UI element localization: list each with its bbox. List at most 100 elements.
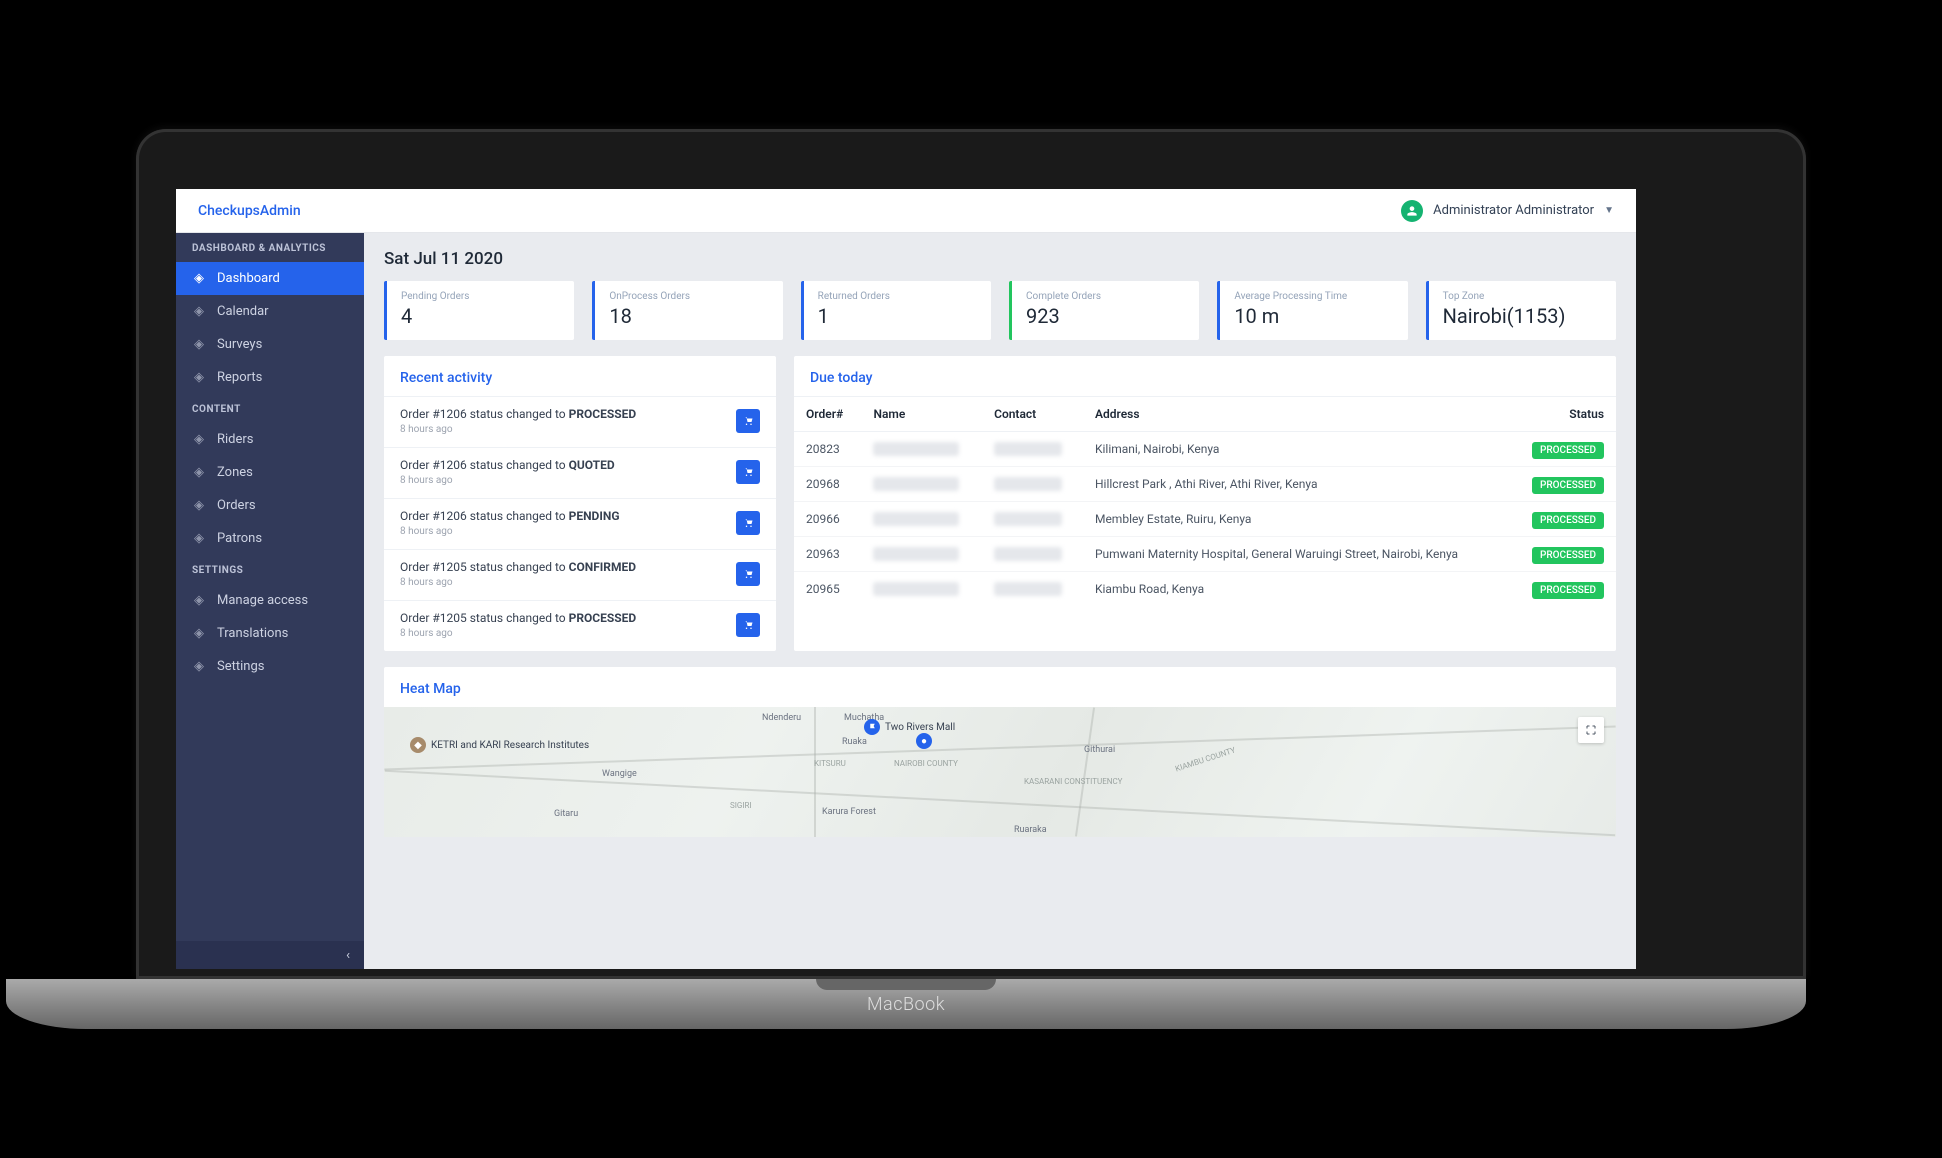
activity-text: Order #1206 status changed to QUOTED [400,458,615,472]
map-label: Ruaka [842,737,867,747]
sidebar-item-settings[interactable]: ◈Settings [176,650,364,683]
cell-address: Membley Estate, Ruiru, Kenya [1083,502,1510,537]
view-order-button[interactable] [736,460,760,484]
sidebar-item-label: Patrons [217,531,262,546]
user-menu[interactable]: Administrator Administrator ▼ [1401,200,1614,222]
stat-label: Pending Orders [401,291,560,302]
translate-icon: ◈ [192,627,206,641]
activity-item: Order #1205 status changed to CONFIRMED … [384,549,776,600]
fullscreen-button[interactable] [1578,717,1604,743]
map-pin-icon: ● [916,733,932,749]
status-badge: PROCESSED [1532,477,1604,494]
cell-contact: 0700000000 [982,467,1083,502]
stat-card: Complete Orders923 [1009,281,1199,340]
view-order-button[interactable] [736,613,760,637]
map-poi-label: KETRI and KARI Research Institutes [431,740,589,751]
stat-label: Average Processing Time [1234,291,1393,302]
caret-down-icon: ▼ [1604,205,1614,216]
sidebar: DASHBOARD & ANALYTICS ◈ Dashboard ◈Calendar… [176,233,364,969]
status-badge: PROCESSED [1532,547,1604,564]
stat-card: OnProcess Orders18 [592,281,782,340]
sidebar-item-label: Dashboard [217,271,280,286]
stat-card: Returned Orders1 [801,281,991,340]
sidebar-item-orders[interactable]: ◈ Orders [176,489,364,522]
sidebar-item-riders[interactable]: ◈Riders [176,423,364,456]
sidebar-item-dashboard[interactable]: ◈ Dashboard [176,262,364,295]
cell-order: 20965 [794,572,861,607]
table-row[interactable]: 20968 Redacted Name 0700000000 Hillcrest… [794,467,1616,502]
cell-contact: 0700000000 [982,502,1083,537]
sidebar-item-label: Manage access [217,593,308,608]
activity-timestamp: 8 hours ago [400,628,636,639]
cell-address: Kilimani, Nairobi, Kenya [1083,432,1510,467]
panels-row: Recent activity Order #1206 status chang… [384,356,1616,651]
cell-order: 20823 [794,432,861,467]
sidebar-item-manage-access[interactable]: ◈ Manage access [176,584,364,617]
sidebar-item-surveys[interactable]: ◈Surveys [176,328,364,361]
table-row[interactable]: 20823 Redacted Name 0700000000 Kilimani,… [794,432,1616,467]
map-label: Karura Forest [822,807,876,817]
sidebar-collapse-button[interactable]: ‹ [176,941,364,969]
table-row[interactable]: 20963 Redacted Name 0700000000 Pumwani M… [794,537,1616,572]
stat-value: 4 [401,304,560,328]
sidebar-item-zones[interactable]: ◈Zones [176,456,364,489]
map-label: NAIROBI COUNTY [894,759,958,768]
heatmap-panel: Heat Map Ndenderu Muchatha Ruaka Wangige… [384,667,1616,837]
map-pin-icon [864,719,880,735]
map-label: Githurai [1084,745,1115,755]
map-pin-icon: ◆ [410,737,426,753]
app-header: CheckupsAdmin Administrator Administrato… [176,189,1636,233]
diamond-icon: ◈ [192,272,206,286]
map-label: KIAMBU COUNTY [1174,746,1236,774]
stats-row: Pending Orders 4 OnProcess Orders18 Returne… [384,281,1616,340]
page-title: Sat Jul 11 2020 [384,249,1616,269]
survey-icon: ◈ [192,338,206,352]
sidebar-item-patrons[interactable]: ◈ Patrons [176,522,364,555]
status-badge: PROCESSED [1532,442,1604,459]
sidebar-item-label: Orders [217,498,256,513]
sidebar-item-reports[interactable]: ◈Reports [176,361,364,394]
activity-item: Order #1206 status changed to QUOTED 8 h… [384,447,776,498]
cell-name: Redacted Name [861,502,982,537]
cell-order: 20966 [794,502,861,537]
activity-timestamp: 8 hours ago [400,577,636,588]
cell-name: Redacted Name [861,432,982,467]
cell-status: PROCESSED [1510,537,1616,572]
sidebar-section-title: DASHBOARD & ANALYTICS [176,233,364,262]
view-order-button[interactable] [736,409,760,433]
cell-name: Redacted Name [861,467,982,502]
settings-icon: ◈ [192,660,206,674]
stat-card: Pending Orders 4 [384,281,574,340]
map-poi[interactable]: ◆ KETRI and KARI Research Institutes [410,737,589,753]
activity-timestamp: 8 hours ago [400,475,615,486]
stat-value: 923 [1026,304,1185,328]
cell-status: PROCESSED [1510,467,1616,502]
map-poi[interactable]: ● [916,733,932,749]
sidebar-item-translations[interactable]: ◈Translations [176,617,364,650]
report-icon: ◈ [192,371,206,385]
access-icon: ◈ [192,594,206,608]
activity-text: Order #1205 status changed to PROCESSED [400,611,636,625]
order-icon: ◈ [192,499,206,513]
table-row[interactable]: 20966 Redacted Name 0700000000 Membley E… [794,502,1616,537]
sidebar-item-calendar[interactable]: ◈Calendar [176,295,364,328]
view-order-button[interactable] [736,562,760,586]
sidebar-section-title: SETTINGS [176,555,364,584]
view-order-button[interactable] [736,511,760,535]
laptop-base: MacBook [6,979,1806,1029]
stat-value: 10 m [1234,304,1393,328]
map-label: Wangige [602,769,637,779]
map-poi[interactable]: Two Rivers Mall [864,719,955,735]
table-row[interactable]: 20965 Redacted Name 0700000000 Kiambu Ro… [794,572,1616,607]
patron-icon: ◈ [192,532,206,546]
cell-address: Hillcrest Park , Athi River, Athi River,… [1083,467,1510,502]
map-label: KASARANI CONSTITUENCY [1024,777,1122,786]
status-badge: PROCESSED [1532,512,1604,529]
recent-activity-panel: Recent activity Order #1206 status chang… [384,356,776,651]
sidebar-section-title: CONTENT [176,394,364,423]
cell-name: Redacted Name [861,572,982,607]
table-header: Order# [794,397,861,432]
heatmap-map[interactable]: Ndenderu Muchatha Ruaka Wangige Gitaru K… [384,707,1616,837]
brand-logo[interactable]: CheckupsAdmin [198,203,301,219]
cell-contact: 0700000000 [982,537,1083,572]
